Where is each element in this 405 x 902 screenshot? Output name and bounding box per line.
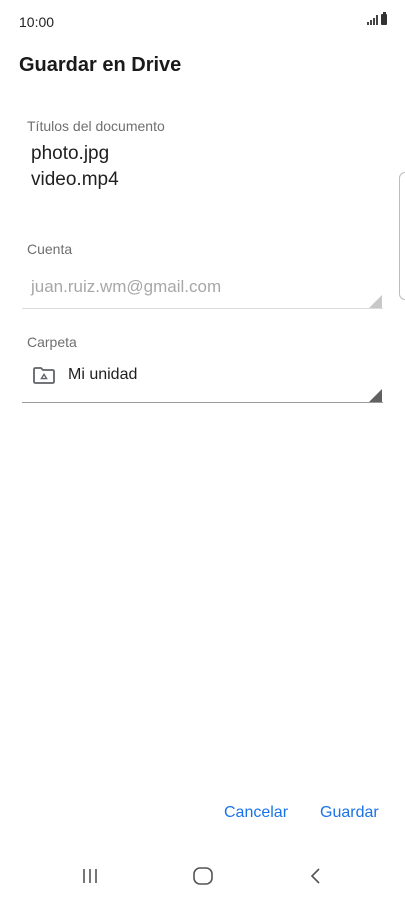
folder-select[interactable]: Mi unidad: [33, 366, 137, 384]
home-icon[interactable]: [183, 862, 223, 890]
recents-icon[interactable]: [70, 862, 110, 890]
document-titles[interactable]: photo.jpg video.mp4: [31, 141, 119, 193]
back-icon[interactable]: [296, 862, 336, 890]
document-title-item: photo.jpg: [31, 143, 110, 164]
folder-value: Mi unidad: [68, 366, 138, 383]
folder-label: Carpeta: [27, 334, 77, 350]
dropdown-corner-icon: [369, 295, 382, 308]
dropdown-corner-icon: [369, 389, 382, 402]
folder-underline: [22, 402, 383, 403]
status-icons: [367, 12, 387, 25]
page-title: Guardar en Drive: [19, 54, 182, 76]
status-time: 10:00: [19, 14, 55, 30]
account-label: Cuenta: [27, 241, 73, 257]
document-title-item: video.mp4: [31, 169, 119, 190]
navigation-bar: [0, 850, 405, 902]
cancel-button[interactable]: Cancelar: [224, 804, 288, 822]
signal-icon: [367, 15, 378, 25]
drive-folder-icon: [33, 366, 55, 384]
battery-icon: [381, 12, 387, 25]
documents-label: Títulos del documento: [27, 118, 165, 134]
account-underline: [22, 308, 383, 309]
save-button[interactable]: Guardar: [320, 804, 379, 822]
account-field: juan.ruiz.wm@gmail.com: [31, 277, 222, 296]
scroll-indicator: [399, 172, 405, 300]
status-bar: 10:00: [0, 0, 405, 46]
